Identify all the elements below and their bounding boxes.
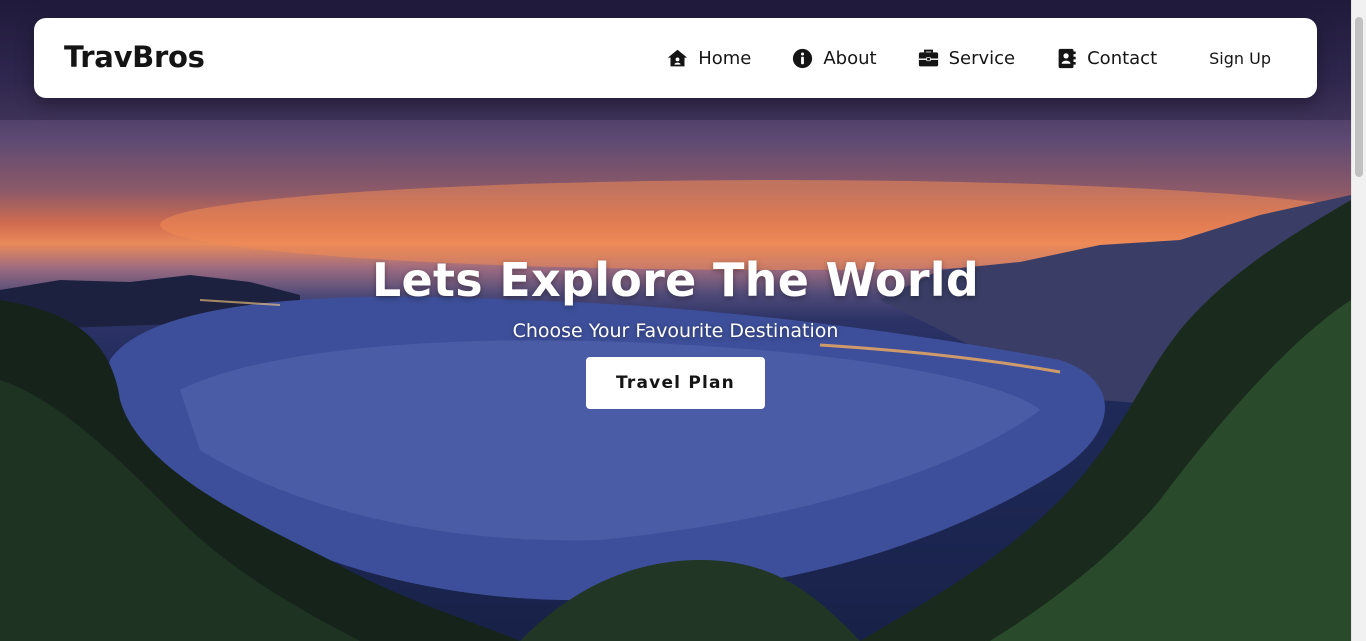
scrollbar-thumb[interactable] xyxy=(1355,17,1363,177)
nav-item-label: Home xyxy=(698,47,752,69)
briefcase-icon xyxy=(918,49,938,66)
hero-subtitle: Choose Your Favourite Destination xyxy=(512,320,839,342)
contact-book-icon xyxy=(1058,48,1076,68)
sign-up-link[interactable]: Sign Up xyxy=(1209,49,1271,68)
nav-item-label: Service xyxy=(948,47,1016,69)
nav-item-label: Contact xyxy=(1087,47,1158,69)
navbar: TravBros Home About Service Contact Sign… xyxy=(34,18,1317,98)
nav-item-home[interactable]: Home xyxy=(667,48,751,69)
info-icon xyxy=(793,48,813,68)
brand-logo[interactable]: TravBros xyxy=(64,40,205,74)
home-icon xyxy=(668,49,688,66)
hero-title: Lets Explore The World xyxy=(371,253,980,307)
nav-item-contact[interactable]: Contact xyxy=(1056,48,1157,69)
nav-links: Home About Service Contact Sign Up xyxy=(626,18,1271,98)
page-scrollbar[interactable] xyxy=(1351,0,1366,641)
nav-item-about[interactable]: About xyxy=(792,47,877,69)
nav-item-label: About xyxy=(823,47,877,69)
travel-plan-button[interactable]: Travel Plan xyxy=(586,357,765,409)
nav-item-service[interactable]: Service xyxy=(918,47,1016,69)
